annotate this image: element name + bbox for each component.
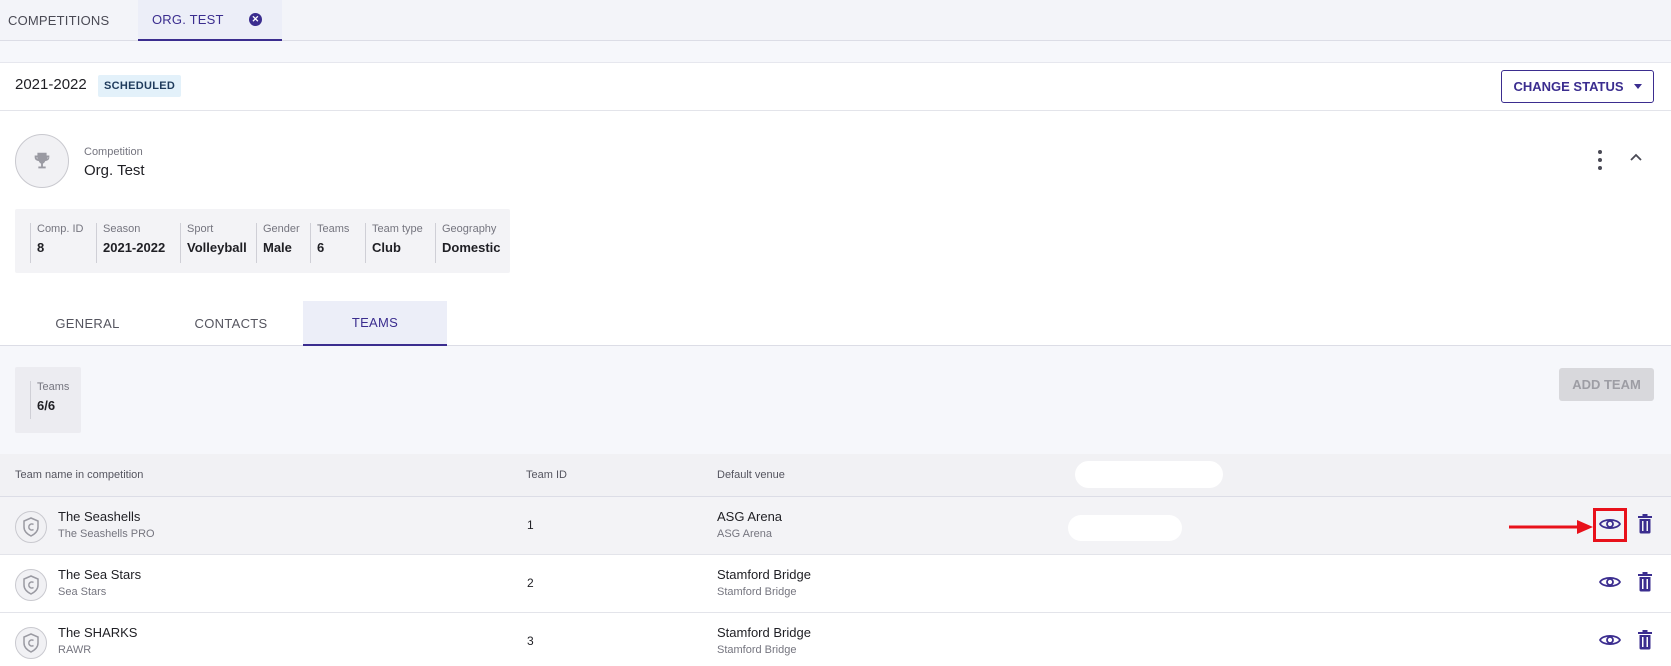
team-name: The Seashells — [58, 509, 141, 524]
venue-subtitle: Stamford Bridge — [717, 586, 797, 598]
team-avatar — [15, 569, 47, 601]
status-badge: SCHEDULED — [98, 75, 182, 97]
info-label: Teams — [317, 223, 350, 235]
info-team-type: Team type Club — [365, 223, 423, 263]
kebab-menu-icon[interactable] — [1594, 150, 1606, 170]
shield-icon — [23, 575, 39, 595]
divider — [0, 110, 1671, 111]
sub-header-band — [0, 41, 1671, 63]
team-id: 1 — [527, 518, 534, 532]
section-tabs: GENERAL CONTACTS TEAMS — [0, 301, 1671, 346]
info-comp-id: Comp. ID 8 — [30, 223, 83, 263]
teams-count-cell: Teams 6/6 — [30, 381, 69, 419]
venue-name: ASG Arena — [717, 509, 783, 524]
venue-name: Stamford Bridge — [717, 625, 811, 640]
redacted-cell — [1068, 515, 1182, 541]
tab-general[interactable]: GENERAL — [0, 301, 175, 345]
column-header-default-venue: Default venue — [717, 469, 785, 481]
column-header-team-name: Team name in competition — [15, 469, 144, 481]
close-circle-icon[interactable]: ✕ — [249, 13, 262, 26]
column-header-team-id: Team ID — [526, 469, 567, 481]
eye-icon[interactable] — [1599, 574, 1621, 590]
table-header: Team name in competition Team ID Default… — [0, 454, 1671, 497]
table-row[interactable]: The Seashells The Seashells PRO 1 ASG Ar… — [0, 497, 1671, 555]
competition-info-box: Comp. ID 8 Season 2021-2022 Sport Volley… — [15, 209, 510, 273]
trash-icon[interactable] — [1638, 572, 1652, 592]
table-row[interactable]: The SHARKS RAWR 3 Stamford Bridge Stamfo… — [0, 613, 1671, 666]
caret-down-icon — [1633, 84, 1642, 89]
highlight-box — [1593, 508, 1627, 542]
info-teams: Teams 6 — [310, 223, 349, 263]
team-subtitle: Sea Stars — [58, 586, 107, 598]
table-row[interactable]: The Sea Stars Sea Stars 2 Stamford Bridg… — [0, 555, 1671, 613]
tab-teams-label: TEAMS — [351, 315, 399, 330]
info-label: Team type — [372, 223, 423, 235]
change-status-label: CHANGE STATUS — [1513, 79, 1624, 94]
season-label: 2021-2022 — [15, 76, 87, 93]
info-geography: Geography Domestic — [435, 223, 501, 263]
team-id: 2 — [527, 576, 534, 590]
info-gender: Gender Male — [256, 223, 300, 263]
competition-name: Org. Test — [84, 162, 145, 179]
eye-icon[interactable] — [1599, 632, 1621, 648]
tab-competitions-label: COMPETITIONS — [8, 13, 110, 28]
info-label: Gender — [263, 223, 300, 235]
add-team-button[interactable]: ADD TEAM — [1559, 368, 1654, 401]
info-value: Male — [263, 240, 292, 255]
venue-subtitle: ASG Arena — [717, 528, 773, 540]
team-avatar — [15, 627, 47, 659]
team-id: 3 — [527, 634, 534, 648]
shield-icon — [23, 517, 39, 537]
team-subtitle: RAWR — [58, 644, 92, 656]
team-avatar — [15, 511, 47, 543]
info-sport: Sport Volleyball — [180, 223, 247, 263]
team-name: The SHARKS — [58, 625, 138, 640]
tab-competitions[interactable]: COMPETITIONS — [8, 0, 109, 41]
chevron-up-icon[interactable] — [1629, 150, 1643, 164]
info-season: Season 2021-2022 — [96, 223, 165, 263]
tab-general-label: GENERAL — [55, 315, 120, 331]
info-label: Geography — [442, 223, 497, 235]
info-label: Comp. ID — [37, 223, 84, 235]
teams-count-label: Teams — [37, 381, 70, 393]
tab-contacts[interactable]: CONTACTS — [166, 301, 296, 345]
tab-org-test[interactable]: ORG. TEST ✕ — [138, 0, 282, 41]
teams-count-value: 6/6 — [37, 398, 56, 413]
tab-teams[interactable]: TEAMS — [303, 301, 447, 346]
redacted-header — [1075, 461, 1223, 488]
competition-label: Competition — [84, 146, 143, 158]
arrow-annotation-icon — [1509, 520, 1593, 534]
trophy-icon — [34, 152, 50, 169]
tab-contacts-label: CONTACTS — [194, 315, 268, 331]
venue-subtitle: Stamford Bridge — [717, 644, 797, 656]
top-tab-bar: COMPETITIONS ORG. TEST ✕ — [0, 0, 1671, 41]
tab-org-test-label: ORG. TEST — [152, 12, 224, 27]
team-subtitle: The Seashells PRO — [58, 528, 155, 540]
info-label: Sport — [187, 223, 214, 235]
teams-count-box: Teams 6/6 — [15, 367, 81, 433]
info-label: Season — [103, 223, 141, 235]
info-value: Club — [372, 240, 401, 255]
change-status-button[interactable]: CHANGE STATUS — [1501, 70, 1654, 103]
teams-summary-band — [0, 346, 1671, 454]
competition-avatar — [15, 134, 69, 188]
info-value: 8 — [37, 240, 45, 255]
info-value: 2021-2022 — [103, 240, 166, 255]
info-value: 6 — [317, 240, 325, 255]
team-name: The Sea Stars — [58, 567, 142, 582]
info-value: Domestic — [442, 240, 501, 255]
trash-icon[interactable] — [1638, 630, 1652, 650]
shield-icon — [23, 633, 39, 653]
info-value: Volleyball — [187, 240, 247, 255]
trash-icon[interactable] — [1638, 514, 1652, 534]
venue-name: Stamford Bridge — [717, 567, 811, 582]
